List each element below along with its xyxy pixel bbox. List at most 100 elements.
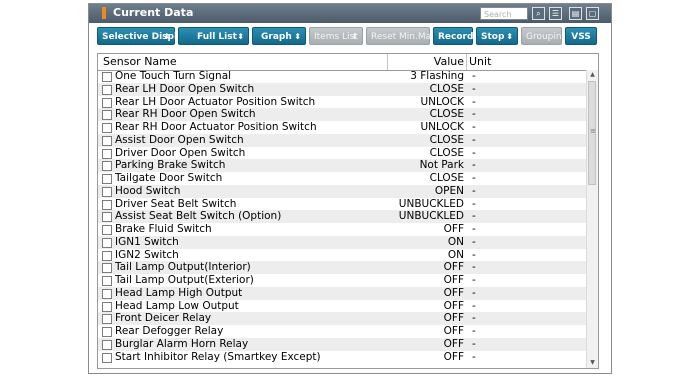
table-row[interactable]: Rear RH Door Open Switch CLOSE - (98, 108, 587, 122)
table-row[interactable]: Front Deicer Relay OFF - (98, 312, 587, 326)
row-checkbox[interactable] (102, 110, 112, 121)
row-checkbox[interactable] (102, 339, 112, 350)
sensor-value: UNLOCK (420, 121, 465, 133)
row-checkbox[interactable] (102, 123, 112, 133)
search-input[interactable]: Search (480, 7, 528, 20)
sensor-name: Rear RH Door Actuator Position Switch (115, 121, 317, 133)
sensor-value: OFF (443, 286, 464, 299)
sensor-name: Rear Defogger Relay (115, 325, 224, 337)
sensor-unit: - (472, 350, 476, 363)
grouping-button[interactable]: Grouping (521, 27, 567, 45)
sensor-unit: - (472, 108, 476, 121)
sensor-name: Parking Brake Switch (115, 159, 226, 172)
sensor-name: Hood Switch (115, 184, 181, 197)
table-row[interactable]: Rear LH Door Actuator Position Switch UNL… (98, 96, 587, 109)
vss-icon[interactable]: ▤ (569, 7, 582, 20)
row-checkbox[interactable] (102, 314, 112, 325)
record-button[interactable]: Record (433, 27, 473, 45)
table-row[interactable]: Head Lamp Low Output OFF - (98, 300, 587, 313)
row-checkbox[interactable] (102, 174, 112, 184)
items-list-button[interactable]: Items List ⬍ (309, 27, 363, 45)
table-row[interactable]: IGN2 Switch ON - (98, 249, 587, 262)
table-row[interactable]: Brake Fluid Switch OFF - (98, 223, 587, 236)
list-icon[interactable]: ☰ (549, 7, 562, 20)
sensor-value: OFF (443, 299, 464, 312)
row-checkbox[interactable] (102, 84, 112, 95)
row-checkbox[interactable] (102, 250, 112, 261)
sensor-name: Tailgate Door Switch (115, 172, 223, 184)
table-row[interactable]: Driver Door Open Switch CLOSE - (98, 147, 587, 160)
chevron-updown-icon: ⬍ (237, 32, 244, 41)
table-row[interactable]: Assist Door Open Switch CLOSE - (98, 133, 587, 147)
table-row[interactable]: Rear Defogger Relay OFF - (98, 325, 587, 338)
row-checkbox[interactable] (102, 225, 112, 235)
vss-button[interactable]: VSS (565, 27, 597, 45)
scrollbar-thumb[interactable]: ≡ (588, 81, 596, 185)
scroll-up-arrow-icon[interactable]: ▲ (587, 70, 598, 80)
table-row[interactable]: Burglar Alarm Horn Relay OFF - (98, 337, 587, 351)
selective-display-button[interactable]: Selective Display ⬍ (97, 27, 189, 45)
sensor-name: Head Lamp Low Output (115, 299, 239, 312)
sensor-value: Not Park (419, 159, 464, 172)
column-divider[interactable] (387, 54, 388, 70)
row-checkbox[interactable] (102, 263, 112, 274)
table-row[interactable]: Assist Seat Belt Switch (Option) UNBUCKLE… (98, 210, 587, 224)
graph-button[interactable]: Graph ⬍ (252, 27, 306, 45)
table-row[interactable]: IGN1 Switch ON - (98, 235, 587, 249)
scroll-down-arrow-icon[interactable]: ▼ (587, 358, 598, 368)
sensor-name: One Touch Turn Signal (115, 70, 232, 82)
magnifier-icon[interactable]: ⌕ (532, 7, 545, 20)
table-row[interactable]: Hood Switch OPEN - (98, 184, 587, 198)
row-checkbox[interactable] (102, 161, 112, 172)
column-header-value[interactable]: Value (428, 55, 464, 68)
sensor-name: Tail Lamp Output(Interior) (115, 261, 251, 274)
row-checkbox[interactable] (102, 186, 112, 197)
table-row[interactable]: Rear LH Door Open Switch CLOSE - (98, 82, 587, 96)
table-row[interactable]: Driver Seat Belt Switch UNBUCKLED - (98, 198, 587, 211)
row-checkbox[interactable] (102, 97, 112, 108)
chevron-updown-icon: ⬍ (506, 32, 513, 41)
table-row[interactable]: Tailgate Door Switch CLOSE - (98, 172, 587, 185)
sensor-unit: - (472, 159, 476, 172)
table-row[interactable]: Tail Lamp Output(Interior) OFF - (98, 261, 587, 275)
table-row[interactable]: Parking Brake Switch Not Park - (98, 159, 587, 173)
row-checkbox[interactable] (102, 148, 112, 159)
sensor-name: Assist Seat Belt Switch (Option) (115, 210, 282, 223)
grouping-label: Grouping (526, 32, 568, 42)
full-list-button[interactable]: Full List ⬍ (178, 27, 249, 45)
sensor-value: CLOSE (429, 133, 464, 146)
sensor-table: Sensor Name Value Unit One Touch Turn Si… (97, 53, 599, 369)
row-checkbox[interactable] (102, 276, 112, 286)
row-checkbox[interactable] (102, 237, 112, 248)
row-checkbox[interactable] (102, 352, 112, 363)
sensor-name: IGN2 Switch (115, 248, 179, 261)
sensor-name: Brake Fluid Switch (115, 223, 212, 235)
column-header-sensor-name[interactable]: Sensor Name (103, 55, 177, 68)
stop-button[interactable]: Stop ⬍ (476, 27, 518, 45)
row-checkbox[interactable] (102, 301, 112, 312)
row-checkbox[interactable] (102, 327, 112, 337)
title-bar: Current Data Search ⌕ ☰ ▤ ▢ (89, 4, 611, 23)
table-row[interactable]: Head Lamp High Output OFF - (98, 286, 587, 300)
table-row[interactable]: Tail Lamp Output(Exterior) OFF - (98, 274, 587, 287)
table-row[interactable]: Rear RH Door Actuator Position Switch UNL… (98, 121, 587, 134)
sensor-name: Assist Door Open Switch (115, 133, 244, 146)
window-icon[interactable]: ▢ (586, 7, 599, 20)
title-marker-icon (102, 7, 106, 19)
reset-min-max-button[interactable]: Reset Min.Max (366, 27, 436, 45)
row-checkbox[interactable] (102, 135, 112, 146)
table-body: One Touch Turn Signal 3 Flashing - Rear LH … (98, 70, 587, 368)
sensor-unit: - (472, 325, 476, 337)
sensor-name: Driver Seat Belt Switch (115, 197, 237, 210)
row-checkbox[interactable] (102, 212, 112, 223)
column-header-unit[interactable]: Unit (469, 55, 491, 68)
row-checkbox[interactable] (102, 288, 112, 299)
table-row[interactable]: One Touch Turn Signal 3 Flashing - (98, 70, 587, 83)
sensor-unit: - (472, 261, 476, 274)
table-row[interactable]: Start Inhibitor Relay (Smartkey Except) O… (98, 351, 587, 364)
row-checkbox[interactable] (102, 199, 112, 210)
column-divider[interactable] (466, 54, 467, 70)
stop-label: Stop (481, 32, 505, 42)
vertical-scrollbar[interactable]: ▲ ≡ ▼ (586, 70, 598, 368)
row-checkbox[interactable] (102, 72, 112, 82)
